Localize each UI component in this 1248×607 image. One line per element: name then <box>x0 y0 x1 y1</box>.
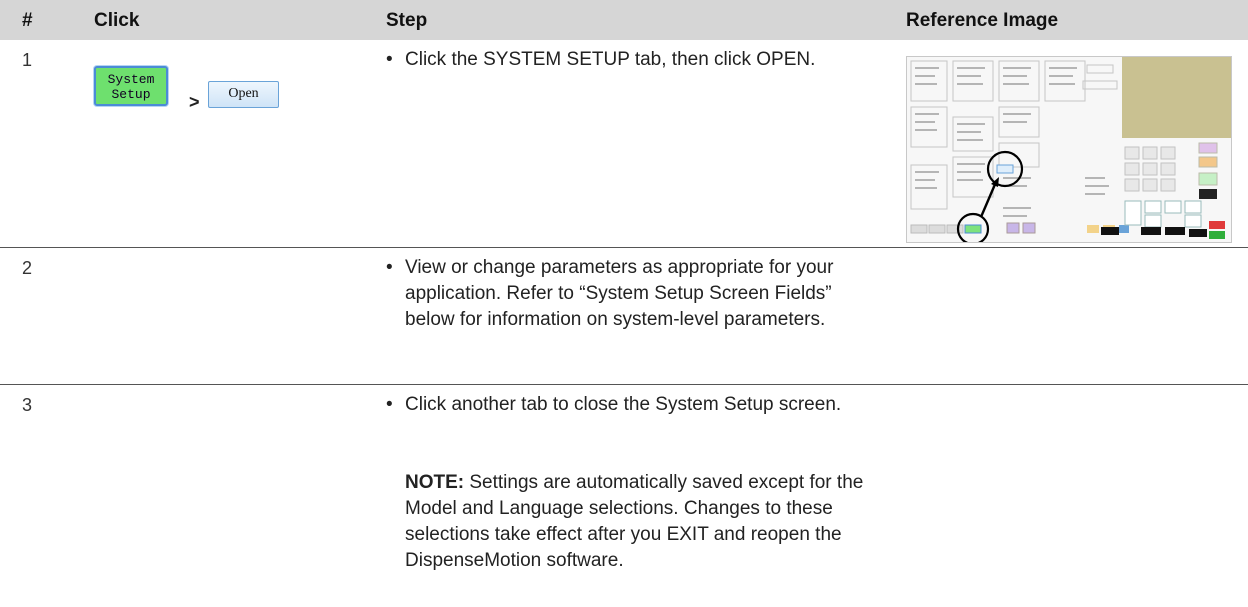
note-label: NOTE: <box>405 472 465 493</box>
row-3-step-text: Click another tab to close the System Se… <box>405 394 842 415</box>
row-3-number: 3 <box>22 395 33 415</box>
table-header: # Click Step Reference Image <box>0 0 1248 40</box>
system-setup-label: System Setup <box>107 72 155 102</box>
system-setup-button[interactable]: System Setup <box>94 66 168 106</box>
header-num: # <box>22 10 33 31</box>
click-sequence-arrow: > <box>189 92 200 112</box>
row-2-step-text: View or change parameters as appropriate… <box>405 257 834 330</box>
bullet-3: • <box>386 394 393 415</box>
bullet-1: • <box>386 49 393 70</box>
row-1-step-text: Click the SYSTEM SETUP tab, then click O… <box>405 49 816 70</box>
reference-image <box>906 56 1232 243</box>
reference-screenshot-drawing <box>910 60 1225 242</box>
note-paragraph: NOTE: Settings are automatically saved e… <box>405 470 875 574</box>
header-step: Step <box>386 10 428 31</box>
open-label: Open <box>228 86 259 101</box>
note-text: Settings are automatically saved except … <box>405 472 864 571</box>
row-divider <box>0 247 1248 248</box>
header-click: Click <box>94 10 140 31</box>
bullet-2: • <box>386 257 393 278</box>
open-button[interactable]: Open <box>208 81 279 108</box>
row-1-number: 1 <box>22 50 33 70</box>
header-reference-image: Reference Image <box>906 10 1059 31</box>
row-divider <box>0 384 1248 385</box>
row-2-number: 2 <box>22 258 33 278</box>
